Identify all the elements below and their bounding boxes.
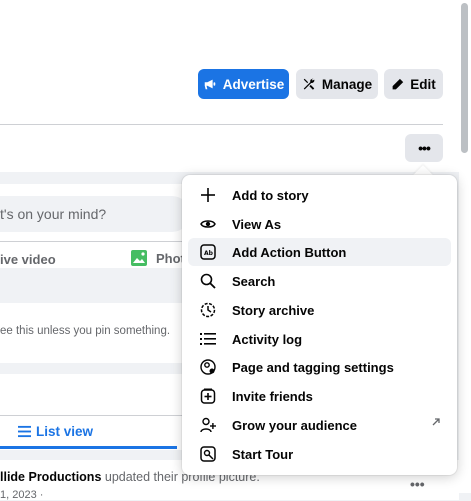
menu-item-label: Story archive [232,302,315,318]
menu-item-story-archive[interactable]: Story archive [188,296,451,324]
post-date[interactable]: 1, 2023 · [0,489,43,501]
post-more-button[interactable]: ••• [410,476,425,492]
svg-text:Ab: Ab [204,250,214,257]
composer-placeholder: t's on your mind? [0,206,107,222]
more-options-button[interactable]: ••• [405,134,443,162]
posts-view-card: List view [0,374,200,450]
add-person-icon [200,417,216,433]
list-icon [200,331,216,347]
menu-item-invite-friends[interactable]: Invite friends [188,382,451,410]
action-button-icon: Ab [200,244,216,260]
plus-icon [200,187,216,203]
menu-item-label: Start Tour [232,446,294,462]
search-icon [200,273,216,289]
photo-video-button[interactable]: Phot [130,248,185,268]
pinned-posts-card: ee this unless you pin something. [0,303,200,363]
photo-video-label: Phot [156,250,185,266]
list-view-icon [18,425,31,438]
composer-divider [0,241,200,242]
active-tab-indicator [0,446,177,449]
tab-list-view[interactable]: List view [18,424,93,439]
menu-item-search[interactable]: Search [188,267,451,295]
menu-item-label: Add to story [232,187,309,203]
composer-input[interactable]: t's on your mind? [0,196,190,232]
tools-icon [302,77,316,91]
menu-item-label: Grow your audience [232,417,357,433]
menu-item-start-tour[interactable]: Start Tour [188,440,451,468]
invite-icon [200,388,216,404]
manage-label: Manage [321,76,373,92]
menu-item-label: Activity log [232,331,303,347]
scrollbar-thumb[interactable] [461,3,468,153]
menu-item-view-as[interactable]: View As [188,210,451,238]
megaphone-icon [203,77,217,91]
view-divider [0,415,200,416]
menu-item-grow-audience[interactable]: Grow your audience [188,411,451,439]
external-arrow-icon [431,417,441,427]
list-view-label: List view [36,424,94,439]
eye-icon [200,216,216,232]
menu-item-label: Invite friends [232,388,313,404]
post-author[interactable]: llide Productions [0,470,101,484]
menu-item-page-tagging-settings[interactable]: Page and tagging settings [188,353,451,381]
advertise-label: Advertise [222,76,285,92]
pinned-empty-text: ee this unless you pin something. [0,325,171,337]
menu-item-label: Add Action Button [232,244,347,260]
edit-button[interactable]: Edit [384,69,443,99]
menu-item-label: View As [232,216,282,232]
more-options-label: ••• [418,140,431,156]
header-divider [0,124,443,125]
composer-card: t's on your mind? ive video Phot [0,184,200,268]
page-header-panel: Advertise Manage Edit ••• [0,0,459,172]
menu-item-add-action-button[interactable]: Ab Add Action Button [188,238,451,266]
manage-button[interactable]: Manage [296,69,378,99]
menu-item-label: Page and tagging settings [232,359,394,375]
menu-item-label: Search [232,273,276,289]
edit-label: Edit [410,76,436,92]
tour-icon [200,446,216,462]
live-video-button[interactable]: ive video [0,252,56,267]
advertise-button[interactable]: Advertise [198,69,289,99]
menu-item-add-to-story[interactable]: Add to story [188,181,451,209]
menu-item-activity-log[interactable]: Activity log [188,325,451,353]
photo-icon [130,248,150,268]
settings-person-icon [200,359,216,375]
archive-clock-icon [200,302,216,318]
more-options-menu: Add to story View As Ab Add Action Butto… [182,175,457,475]
live-video-label: ive video [0,252,56,267]
pencil-icon [391,78,404,91]
